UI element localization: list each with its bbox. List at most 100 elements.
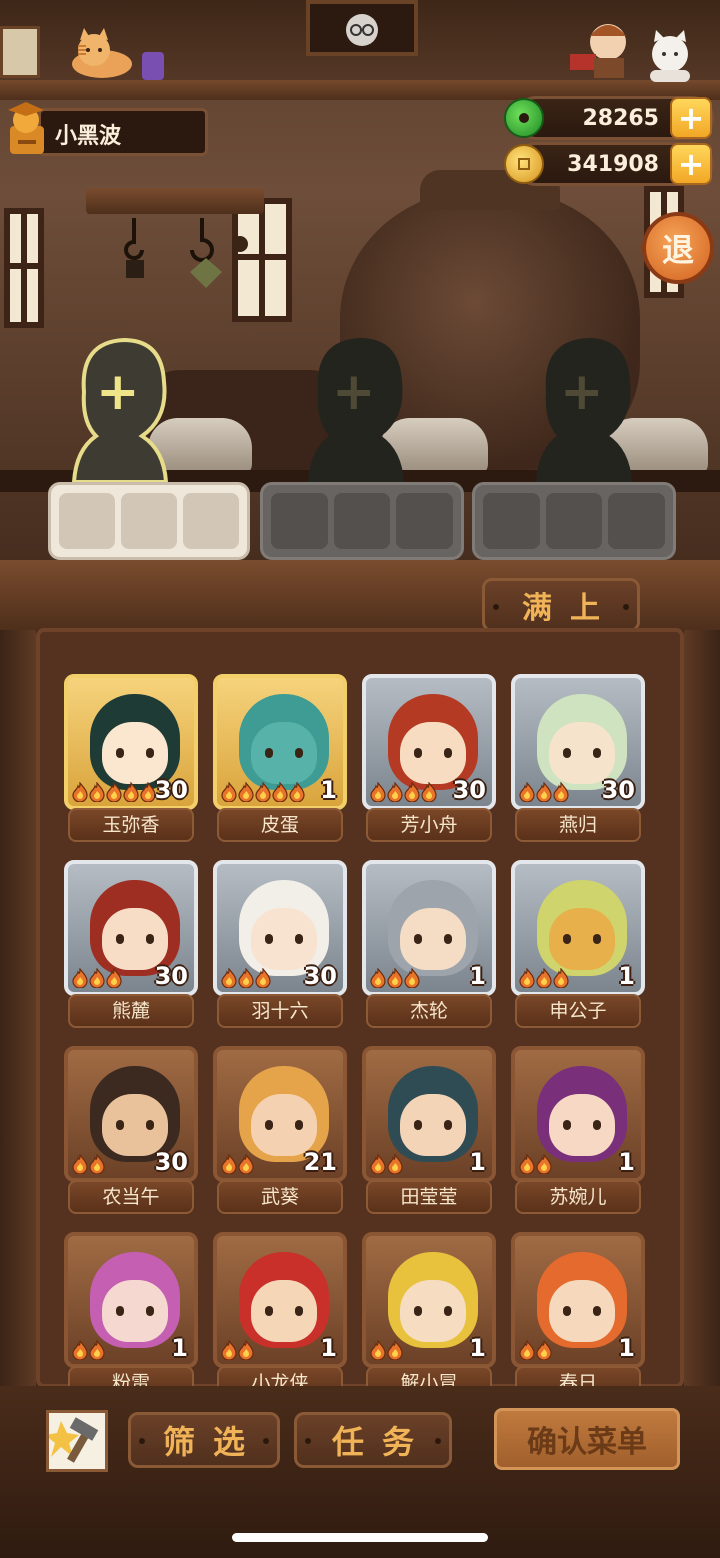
character-portrait[interactable]: 30	[362, 674, 496, 810]
home-indicator[interactable]	[232, 1533, 488, 1542]
star-flame-icon	[255, 967, 271, 989]
character-level: 1	[171, 1334, 188, 1362]
character-name: 小龙侠	[217, 1366, 343, 1388]
chef-slot-2-silhouette[interactable]: +	[300, 332, 410, 484]
character-card[interactable]: 1 田莹莹	[362, 1046, 496, 1216]
player-name-plate[interactable]: 小黑波	[38, 108, 208, 156]
character-portrait[interactable]: 1	[213, 1232, 347, 1368]
character-eyes	[593, 1306, 601, 1316]
character-face	[400, 908, 466, 970]
character-eyes	[414, 1306, 422, 1316]
character-card[interactable]: 21 武葵	[213, 1046, 347, 1216]
character-portrait[interactable]: 30	[64, 860, 198, 996]
character-list-panel[interactable]: 30 玉弥香 1 皮蛋 30 芳小舟 30 燕归 30 熊麓 30 羽十六 1 杰轮 1 申公子 30 农当午 21…	[36, 628, 684, 1388]
left-post	[0, 630, 36, 1400]
white-cat-decoration	[640, 30, 700, 82]
fill-up-button[interactable]: 满上	[482, 578, 640, 632]
dish-slot[interactable]	[608, 493, 666, 549]
tasks-button[interactable]: 任务	[294, 1412, 452, 1468]
character-portrait[interactable]: 1	[511, 1232, 645, 1368]
dish-slot[interactable]	[121, 493, 177, 549]
dish-slot[interactable]	[483, 493, 540, 549]
dish-slot[interactable]	[333, 493, 391, 549]
confirm-menu-button[interactable]: 确认菜单	[494, 1408, 680, 1470]
character-eyes	[563, 1120, 571, 1130]
character-portrait[interactable]: 1	[362, 860, 496, 996]
character-face	[102, 1280, 168, 1342]
jar-decoration	[142, 52, 164, 80]
player-avatar-icon[interactable]	[2, 100, 52, 158]
character-eyes	[593, 1120, 601, 1130]
character-face	[400, 1280, 466, 1342]
character-level: 30	[452, 776, 486, 804]
star-flame-icon	[238, 781, 254, 803]
character-eyes	[444, 934, 452, 944]
character-portrait[interactable]: 1	[64, 1232, 198, 1368]
star-rating	[519, 1339, 552, 1361]
character-name: 苏婉儿	[515, 1180, 641, 1214]
tools-icon[interactable]	[45, 1410, 108, 1472]
add-coins-button[interactable]: +	[670, 143, 712, 185]
dish-slots-3[interactable]	[472, 482, 676, 560]
star-flame-icon	[404, 781, 420, 803]
star-flame-icon	[370, 781, 386, 803]
character-card[interactable]: 1 粉雷	[64, 1232, 198, 1388]
character-card[interactable]: 30 熊麓	[64, 860, 198, 1030]
dish-slot[interactable]	[271, 493, 328, 549]
star-flame-icon	[421, 781, 437, 803]
dish-slot[interactable]	[183, 493, 239, 549]
character-eyes	[444, 1306, 452, 1316]
star-flame-icon	[519, 1339, 535, 1361]
star-flame-icon	[72, 1153, 88, 1175]
star-flame-icon	[370, 1339, 386, 1361]
character-portrait[interactable]: 30	[511, 674, 645, 810]
character-card[interactable]: 1 苏婉儿	[511, 1046, 645, 1216]
character-card[interactable]: 30 燕归	[511, 674, 645, 844]
add-jade-button[interactable]: +	[670, 97, 712, 139]
dish-slots-1[interactable]	[48, 482, 250, 560]
character-portrait[interactable]: 1	[362, 1232, 496, 1368]
character-eyes	[593, 934, 601, 944]
character-eyes	[265, 748, 273, 758]
character-card[interactable]: 30 羽十六	[213, 860, 347, 1030]
character-card[interactable]: 1 杰轮	[362, 860, 496, 1030]
character-eyes	[146, 1120, 154, 1130]
character-portrait[interactable]: 1	[362, 1046, 496, 1182]
character-portrait[interactable]: 1	[511, 1046, 645, 1182]
decor-dot	[493, 604, 499, 610]
character-portrait[interactable]: 30	[64, 674, 198, 810]
dish-slot[interactable]	[396, 493, 454, 549]
character-name: 农当午	[68, 1180, 194, 1214]
character-eyes	[563, 748, 571, 758]
character-portrait[interactable]: 30	[213, 860, 347, 996]
dish-slot[interactable]	[545, 493, 603, 549]
character-card[interactable]: 1 春日	[511, 1232, 645, 1388]
character-portrait[interactable]: 1	[511, 860, 645, 996]
dish-slot[interactable]	[59, 493, 115, 549]
character-eyes	[414, 1120, 422, 1130]
star-flame-icon	[238, 1153, 254, 1175]
character-card[interactable]: 1 小龙侠	[213, 1232, 347, 1388]
character-card[interactable]: 1 申公子	[511, 860, 645, 1030]
character-card[interactable]: 30 农当午	[64, 1046, 198, 1216]
chef-slot-1-silhouette[interactable]: +	[64, 332, 174, 484]
star-rating	[72, 1153, 105, 1175]
hooks-decoration	[110, 214, 250, 310]
character-card[interactable]: 1 解小冒	[362, 1232, 496, 1388]
hanging-portrait-decoration	[306, 0, 418, 56]
exit-button[interactable]: 退	[642, 212, 714, 284]
chef-slot-3-silhouette[interactable]: +	[528, 332, 638, 484]
character-portrait[interactable]: 1	[213, 674, 347, 810]
character-card[interactable]: 30 玉弥香	[64, 674, 198, 844]
star-flame-icon	[89, 967, 105, 989]
character-eyes	[265, 1306, 273, 1316]
star-flame-icon	[89, 781, 105, 803]
dish-slots-2[interactable]	[260, 482, 464, 560]
character-portrait[interactable]: 30	[64, 1046, 198, 1182]
character-card[interactable]: 1 皮蛋	[213, 674, 347, 844]
character-eyes	[295, 748, 303, 758]
character-name: 申公子	[515, 994, 641, 1028]
filter-button[interactable]: 筛选	[128, 1412, 280, 1468]
character-portrait[interactable]: 21	[213, 1046, 347, 1182]
character-card[interactable]: 30 芳小舟	[362, 674, 496, 844]
